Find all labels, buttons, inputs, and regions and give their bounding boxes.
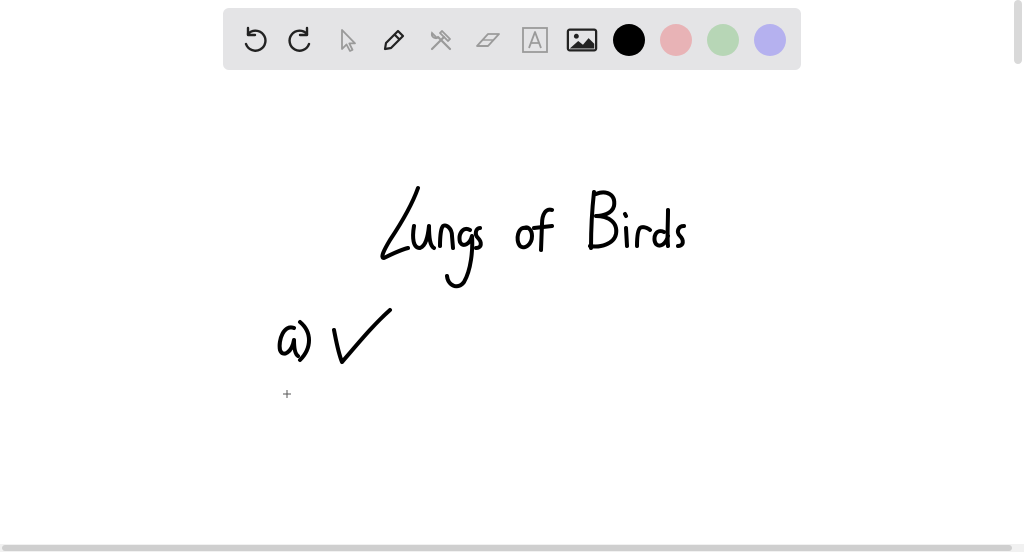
handwriting-layer	[277, 186, 686, 398]
horizontal-scrollbar[interactable]	[2, 545, 1012, 551]
handwritten-item-label	[277, 320, 311, 362]
vertical-scrollbar[interactable]	[1014, 0, 1022, 64]
handwritten-check-mark	[332, 308, 392, 364]
horizontal-scrollbar-track	[0, 544, 1024, 552]
handwritten-title	[380, 186, 686, 289]
whiteboard-canvas[interactable]: Lungs of Birds a)	[0, 0, 1024, 552]
crosshair-cursor-icon	[283, 390, 291, 398]
